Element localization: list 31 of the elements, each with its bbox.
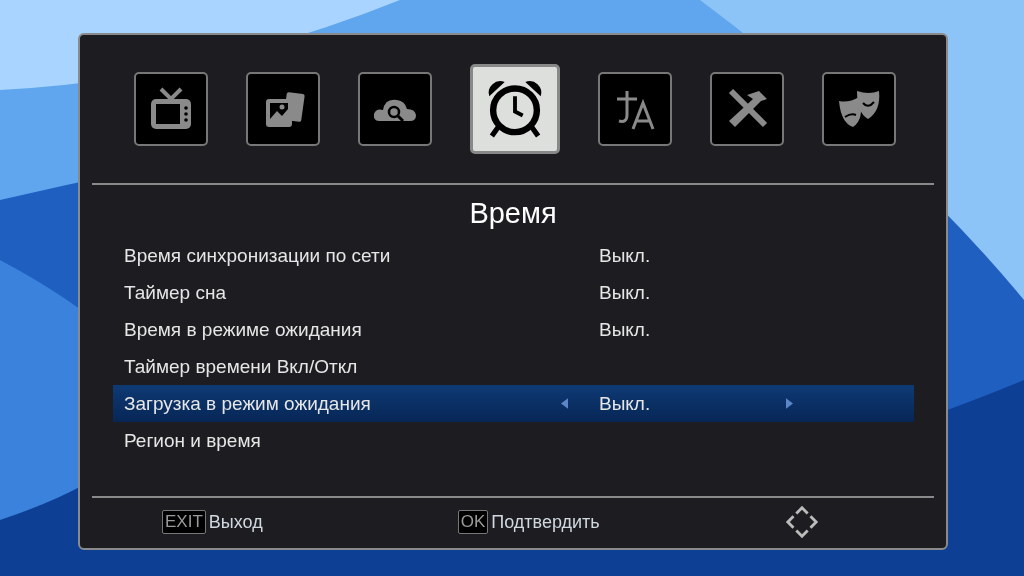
menu-tab[interactable] [470, 64, 560, 154]
left-arrow-icon [560, 398, 568, 409]
hint-label: Выход [208, 511, 263, 533]
row-label: Регион и время [124, 429, 262, 452]
menu-row[interactable]: Таймер сна Выкл. [113, 274, 914, 311]
hint-label: Подтвердить [491, 511, 600, 533]
row-label: Время синхронизации по сети [124, 244, 392, 267]
row-value: Выкл. [598, 281, 652, 304]
row-label: Таймер сна [124, 281, 227, 304]
menu-tab[interactable] [246, 72, 320, 146]
remote-key: EXIT [162, 510, 206, 534]
menu-tab[interactable] [822, 72, 896, 146]
remote-key: OK [457, 510, 489, 534]
menu-tab[interactable] [358, 72, 432, 146]
menu-row[interactable]: Время синхронизации по сети Выкл. [113, 237, 914, 274]
menu-tab[interactable] [598, 72, 672, 146]
menu-tab[interactable] [134, 72, 208, 146]
menu-title: Время [468, 197, 558, 231]
menu-row[interactable]: Загрузка в режим ожидания Выкл. [113, 385, 914, 422]
menu-row[interactable]: Регион и время [113, 422, 914, 459]
navigation-arrows-icon [784, 505, 819, 539]
menu-row[interactable]: Таймер времени Вкл/Откл [113, 348, 914, 385]
row-label: Таймер времени Вкл/Откл [124, 355, 359, 378]
row-label: Время в режиме ожидания [124, 318, 363, 341]
row-value: Выкл. [598, 392, 652, 415]
row-value: Выкл. [598, 244, 652, 267]
menu-row[interactable]: Время в режиме ожидания Выкл. [113, 311, 914, 348]
row-label: Загрузка в режим ожидания [124, 392, 372, 415]
menu-tab[interactable] [710, 72, 784, 146]
row-value: Выкл. [598, 318, 652, 341]
right-arrow-icon [785, 398, 793, 409]
